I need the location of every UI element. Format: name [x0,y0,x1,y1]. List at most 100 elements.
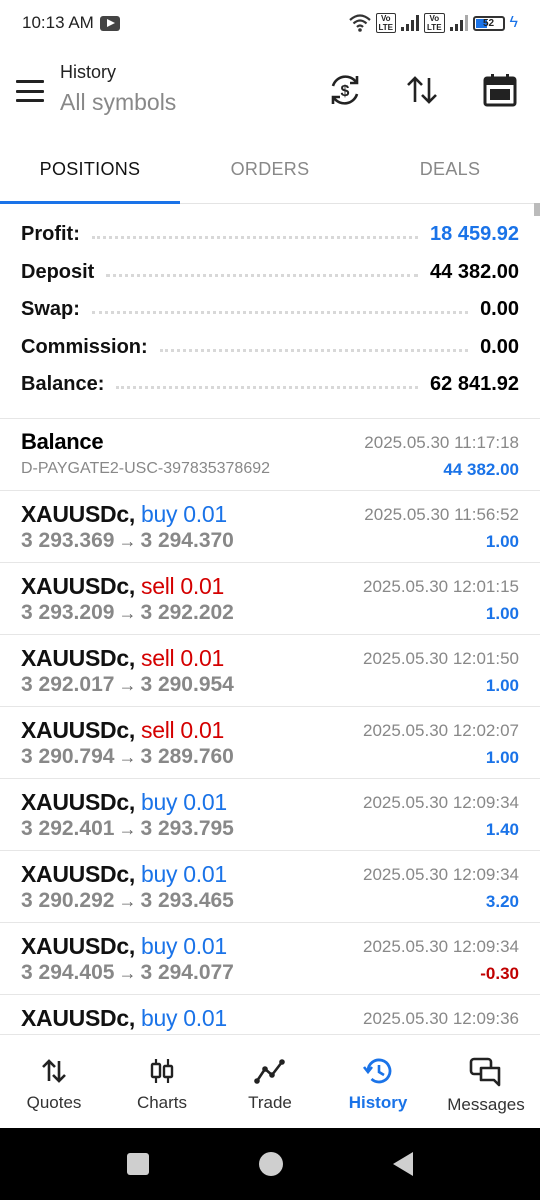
position-prices: 3 293.369 → 3 294.370 [21,529,234,553]
open-price: 3 294.405 [21,961,115,984]
position-direction: sell 0.01 [141,573,224,599]
close-price: 3 289.760 [140,745,234,768]
summary-label: Deposit [21,260,95,283]
position-symbol: XAUUSDc, [21,501,135,527]
nav-charts[interactable]: Charts [108,1035,216,1128]
position-profit: 1.00 [485,604,519,623]
title-block: History All symbols [60,62,176,116]
position-symbol: XAUUSDc, [21,573,135,599]
position-title: XAUUSDc, buy 0.01 [21,789,227,816]
open-price: 3 293.209 [21,601,115,624]
close-price: 3 290.954 [140,673,234,696]
close-price: 3 292.202 [140,601,234,624]
nav-history[interactable]: History [324,1035,432,1128]
volte-icon-2: Vo LTE [424,13,445,33]
open-price: 3 292.401 [21,817,115,840]
position-row[interactable]: XAUUSDc, buy 0.01 3 294.405 → 3 294.077 2025… [0,923,540,995]
summary-value: 0.00 [480,298,519,321]
summary-label: Commission: [21,335,148,358]
recents-button[interactable] [127,1153,149,1175]
position-row[interactable]: XAUUSDc, buy 0.01 3 290.292 → 3 293.465 2025… [0,851,540,923]
summary-commission: Commission: 0.00 [21,329,519,367]
arrow-right-icon: → [118,963,137,983]
wifi-icon [348,14,371,32]
tab-orders[interactable]: ORDERS [180,136,360,203]
position-symbol: XAUUSDc, [21,1005,135,1031]
balance-entry[interactable]: Balance D-PAYGATE2-USC-397835378692 2025… [0,419,540,491]
position-direction: buy 0.01 [141,789,227,815]
open-price: 3 290.292 [21,889,115,912]
summary-value: 18 459.92 [430,223,519,246]
symbol-filter[interactable]: All symbols [60,89,176,116]
balance-title: Balance [21,429,104,454]
tab-positions[interactable]: POSITIONS [0,136,180,204]
signal-icon-2 [449,15,468,31]
position-row[interactable]: XAUUSDc, sell 0.01 3 293.209 → 3 292.202 202… [0,563,540,635]
balance-date: 2025.05.30 11:17:18 [364,433,519,452]
signal-icon [401,15,420,31]
nav-trade[interactable]: Trade [216,1035,324,1128]
volte-icon: Vo LTE [375,13,397,33]
position-prices: 3 292.401 → 3 293.795 [21,817,234,841]
close-price: 3 293.465 [140,889,234,912]
scrollbar[interactable] [534,203,540,216]
summary-panel: Profit: 18 459.92 Deposit 44 382.00 Swap… [0,216,540,404]
position-profit: 1.40 [485,820,519,839]
quotes-icon [42,1059,66,1083]
position-title: XAUUSDc, buy 0.01 [21,933,227,960]
position-row[interactable]: XAUUSDc, buy 0.01 2025.05.30 12:09:36 [0,995,540,1034]
position-date: 2025.05.30 12:09:36 [363,1009,519,1028]
nav-label: History [348,1093,408,1112]
position-row[interactable]: XAUUSDc, sell 0.01 3 292.017 → 3 290.954 202… [0,635,540,707]
position-row[interactable]: XAUUSDc, buy 0.01 3 292.401 → 3 293.795 2025… [0,779,540,851]
summary-swap: Swap: 0.00 [21,291,519,329]
summary-value: 62 841.92 [430,373,519,396]
position-title: XAUUSDc, buy 0.01 [21,1005,227,1032]
position-date: 2025.05.30 12:09:34 [363,793,519,812]
position-profit: 1.00 [485,748,519,767]
position-symbol: XAUUSDc, [21,861,135,887]
currency-exchange-icon[interactable]: $ [325,70,365,110]
home-button[interactable] [259,1152,283,1176]
youtube-notification-icon [99,15,120,31]
position-prices: 3 290.794 → 3 289.760 [21,745,234,769]
status-icons: Vo LTE Vo LTE 52 ϟ [348,13,518,33]
summary-label: Swap: [21,298,80,321]
app-bar: History All symbols $ [0,46,540,136]
page-title: History [60,62,117,82]
nav-quotes[interactable]: Quotes [0,1035,108,1128]
position-symbol: XAUUSDc, [21,645,135,671]
position-profit: 1.00 [485,676,519,695]
calendar-icon[interactable] [480,70,520,110]
summary-label: Profit: [21,223,80,246]
dotted-leader [116,386,419,390]
status-time-group: 10:13 AM [22,13,120,33]
svg-text:$: $ [341,83,350,100]
positions-list[interactable]: Balance D-PAYGATE2-USC-397835378692 2025… [0,418,540,1034]
summary-profit: Profit: 18 459.92 [21,216,519,254]
nav-label: Quotes [26,1093,82,1112]
position-prices: 3 292.017 → 3 290.954 [21,673,234,697]
position-date: 2025.05.30 12:09:34 [363,865,519,884]
summary-balance: Balance: 62 841.92 [21,366,519,404]
nav-label: Trade [248,1093,292,1112]
nav-messages[interactable]: Messages [432,1035,540,1128]
summary-deposit: Deposit 44 382.00 [21,254,519,292]
summary-label: Balance: [21,373,105,396]
back-button[interactable] [393,1152,413,1176]
position-row[interactable]: XAUUSDc, sell 0.01 3 290.794 → 3 289.760 202… [0,707,540,779]
bottom-navigation: Quotes Charts Trade History Messages [0,1034,540,1128]
history-tabs: POSITIONS ORDERS DEALS [0,136,540,204]
position-profit: 1.00 [485,532,519,551]
position-direction: buy 0.01 [141,861,227,887]
history-icon [362,1058,392,1084]
position-profit: 3.20 [485,892,519,911]
dotted-leader [106,273,419,277]
position-row[interactable]: XAUUSDc, buy 0.01 3 293.369 → 3 294.370 2025… [0,491,540,563]
position-title: XAUUSDc, buy 0.01 [21,861,227,888]
position-rows: XAUUSDc, buy 0.01 3 293.369 → 3 294.370 2025… [0,491,540,1034]
tab-deals[interactable]: DEALS [360,136,540,203]
menu-icon[interactable] [16,80,44,102]
sort-icon[interactable] [402,70,442,110]
open-price: 3 290.794 [21,745,115,768]
